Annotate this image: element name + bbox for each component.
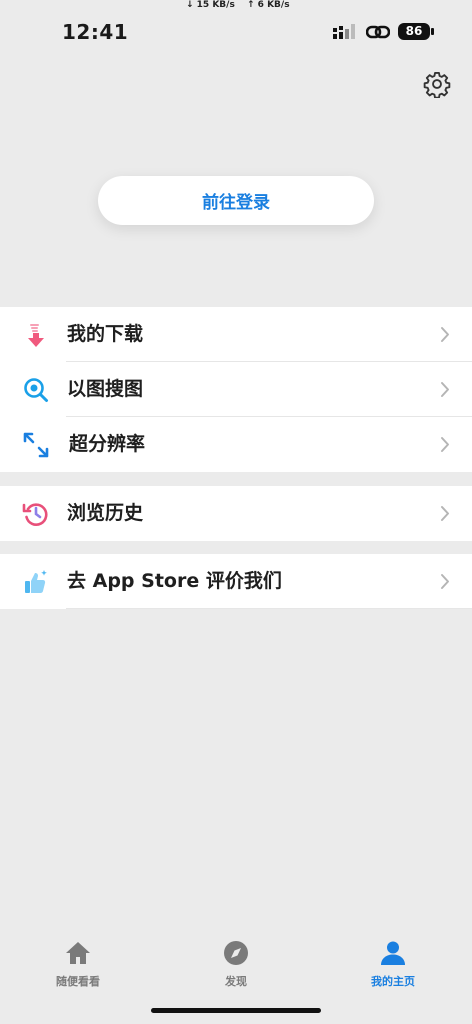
expand-icon <box>23 432 49 458</box>
settings-gear-icon[interactable] <box>423 70 451 98</box>
tab-mine[interactable]: 我的主页 <box>353 939 433 989</box>
chevron-right-icon <box>441 327 449 342</box>
tab-random[interactable]: 随便看看 <box>38 939 118 989</box>
status-bar: 12:41 86 <box>0 12 472 52</box>
network-speed: ↓ 15 KB/s ↑ 6 KB/s <box>0 0 472 12</box>
upload-speed: ↑ 6 KB/s <box>247 0 290 10</box>
home-icon <box>66 942 90 964</box>
link-icon <box>366 25 390 39</box>
login-button[interactable]: 前往登录 <box>98 176 374 225</box>
menu-item-image-search[interactable]: 以图搜图 <box>0 362 472 417</box>
user-icon <box>381 941 405 965</box>
home-indicator[interactable] <box>151 1008 321 1013</box>
menu-group-history: 浏览历史 <box>0 486 472 541</box>
menu-item-super-resolution[interactable]: 超分辨率 <box>0 417 472 472</box>
menu-label-history: 浏览历史 <box>67 502 144 524</box>
history-icon <box>22 503 48 526</box>
chevron-right-icon <box>441 382 449 397</box>
tab-label-discover: 发现 <box>225 975 247 988</box>
battery-indicator: 86 <box>398 23 430 40</box>
image-search-icon <box>24 378 48 402</box>
menu-label-image-search: 以图搜图 <box>67 378 144 400</box>
menu-label-rate: 去 App Store 评价我们 <box>67 570 282 592</box>
download-icon <box>28 324 44 347</box>
compass-icon <box>224 941 248 965</box>
chevron-right-icon <box>441 437 449 452</box>
thumbs-up-icon <box>25 570 47 593</box>
signal-icon <box>333 24 355 39</box>
menu-item-download[interactable]: 我的下载 <box>0 307 472 362</box>
download-speed: ↓ 15 KB/s <box>186 0 235 10</box>
menu-item-rate[interactable]: 去 App Store 评价我们 <box>0 554 472 609</box>
divider <box>66 608 472 609</box>
menu-group-tools: 我的下载 以图搜图 超分辨率 <box>0 307 472 472</box>
menu-label-super-resolution: 超分辨率 <box>69 433 146 455</box>
menu-label-download: 我的下载 <box>67 323 144 345</box>
menu-item-history[interactable]: 浏览历史 <box>0 486 472 541</box>
battery-tip-icon <box>431 28 434 35</box>
tab-discover[interactable]: 发现 <box>196 939 276 989</box>
chevron-right-icon <box>441 574 449 589</box>
tab-label-mine: 我的主页 <box>371 975 415 988</box>
menu-group-rate: 去 App Store 评价我们 <box>0 554 472 609</box>
status-time: 12:41 <box>62 20 129 44</box>
chevron-right-icon <box>441 506 449 521</box>
tab-label-random: 随便看看 <box>56 975 100 988</box>
